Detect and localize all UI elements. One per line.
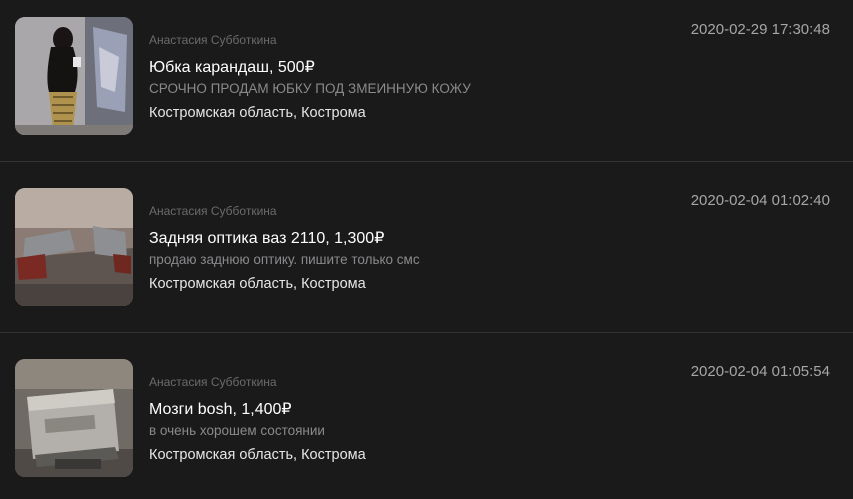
- listing-author: Анастасия Субботкина: [149, 204, 277, 218]
- listing-item[interactable]: Анастасия Субботкина Юбка карандаш, 500₽…: [0, 0, 853, 170]
- listing-title[interactable]: Мозги bosh, 1,400₽: [149, 399, 292, 419]
- listing-description: продаю заднюю оптику. пишите только смс: [149, 252, 420, 267]
- listing-thumbnail[interactable]: [15, 17, 133, 135]
- listing-description: в очень хорошем состоянии: [149, 423, 325, 438]
- listing-location: Костромская область, Кострома: [149, 276, 366, 292]
- listing-thumbnail[interactable]: [15, 188, 133, 306]
- listing-date: 2020-02-04 01:05:54: [690, 363, 830, 380]
- tail-lights-photo-image: [15, 188, 133, 306]
- skirt-photo-image: [15, 17, 133, 135]
- listing-author: Анастасия Субботкина: [149, 33, 277, 47]
- listing-item[interactable]: Анастасия Субботкина Задняя оптика ваз 2…: [0, 171, 853, 341]
- listing-date: 2020-02-29 17:30:48: [690, 21, 830, 38]
- listing-location: Костромская область, Кострома: [149, 105, 366, 121]
- listing-title[interactable]: Задняя оптика ваз 2110, 1,300₽: [149, 228, 384, 248]
- listings-list: Анастасия Субботкина Юбка карандаш, 500₽…: [0, 0, 853, 499]
- divider: [0, 332, 853, 333]
- listing-author: Анастасия Субботкина: [149, 375, 277, 389]
- listing-date: 2020-02-04 01:02:40: [690, 192, 830, 209]
- listing-location: Костромская область, Кострома: [149, 447, 366, 463]
- ecu-photo-image: [15, 359, 133, 477]
- divider: [0, 161, 853, 162]
- listing-description: СРОЧНО ПРОДАМ ЮБКУ ПОД ЗМЕИННУЮ КОЖУ: [149, 81, 471, 96]
- listing-item[interactable]: Анастасия Субботкина Мозги bosh, 1,400₽ …: [0, 342, 853, 499]
- listing-title[interactable]: Юбка карандаш, 500₽: [149, 57, 315, 77]
- listing-thumbnail[interactable]: [15, 359, 133, 477]
